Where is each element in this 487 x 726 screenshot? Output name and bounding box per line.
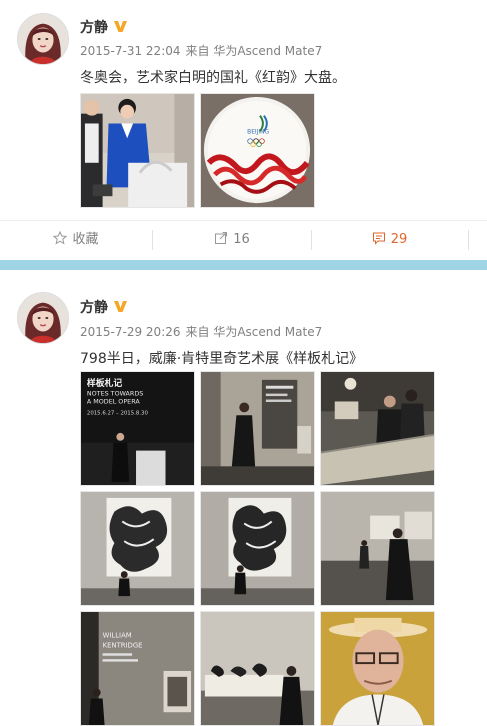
post-time[interactable]: 2015-7-29 20:26 [80, 325, 181, 339]
post-source: 来自 华为Ascend Mate7 [185, 325, 323, 339]
post-image-portrait[interactable] [320, 611, 435, 726]
post-meta: 2015-7-29 20:26 来自 华为Ascend Mate7 [80, 323, 327, 340]
post-action-bar: 收藏 16 29 [0, 220, 487, 258]
weibo-post-2: 方静 2015-7-29 20:26 来自 华为Ascend Mate7 798半… [0, 270, 487, 726]
poster-dates: 2015.6.27 – 2015.8.30 [87, 410, 149, 416]
action-separator [468, 230, 469, 250]
forward-count: 16 [233, 232, 250, 247]
forward-icon [215, 232, 228, 244]
comment-icon [372, 232, 385, 245]
post-image-drawing-2[interactable] [200, 491, 315, 606]
comment-count: 29 [390, 232, 408, 247]
post-image-visitors[interactable] [320, 371, 435, 486]
poster-title-cn: 样板札记 [87, 377, 122, 389]
post-image-ceremony[interactable] [80, 93, 195, 208]
wall-text-2: KENTRIDGE [103, 641, 143, 649]
post-image-poster[interactable]: 样板札记 NOTES TOWARDS A MODEL OPERA 2015.6.… [80, 371, 195, 486]
author-name[interactable]: 方静 [80, 297, 128, 317]
svg-text:BEIJING: BEIJING [247, 129, 269, 135]
weibo-post-1: 方静 2015-7-31 22:04 来自 华为Ascend Mate7 冬奥会，… [0, 0, 487, 260]
star-icon [53, 230, 68, 245]
post-image-drawing-1[interactable] [80, 491, 195, 606]
poster-title-en-1: NOTES TOWARDS [87, 390, 143, 398]
post-image-sculptures[interactable] [200, 611, 315, 726]
verified-badge-icon [113, 299, 128, 314]
post-image-gallery-room[interactable] [320, 491, 435, 606]
avatar[interactable] [17, 292, 69, 344]
post-time[interactable]: 2015-7-31 22:04 [80, 44, 181, 58]
post-text: 798半日，威廉·肯特里奇艺术展《样板札记》 [80, 351, 364, 367]
post-image-plate[interactable]: BEIJING [200, 93, 315, 208]
post-divider [0, 260, 487, 270]
post-meta: 2015-7-31 22:04 来自 华为Ascend Mate7 [80, 42, 327, 59]
post-text: 冬奥会，艺术家白明的国礼《红韵》大盘。 [80, 70, 346, 86]
favorite-button[interactable]: 收藏 [0, 221, 152, 259]
wall-text-1: WILLIAM [103, 632, 132, 640]
post-image-exhibit-wall[interactable] [200, 371, 315, 486]
avatar[interactable] [17, 13, 69, 65]
poster-title-en-2: A MODEL OPERA [87, 397, 140, 405]
post-source: 来自 华为Ascend Mate7 [185, 44, 323, 58]
forward-button[interactable]: 16 [153, 221, 311, 259]
favorite-label: 收藏 [72, 232, 99, 247]
post-image-kentridge-wall[interactable]: WILLIAM KENTRIDGE [80, 611, 195, 726]
verified-badge-icon [113, 19, 128, 34]
comment-button[interactable]: 29 [311, 221, 468, 259]
author-name[interactable]: 方静 [80, 17, 128, 37]
